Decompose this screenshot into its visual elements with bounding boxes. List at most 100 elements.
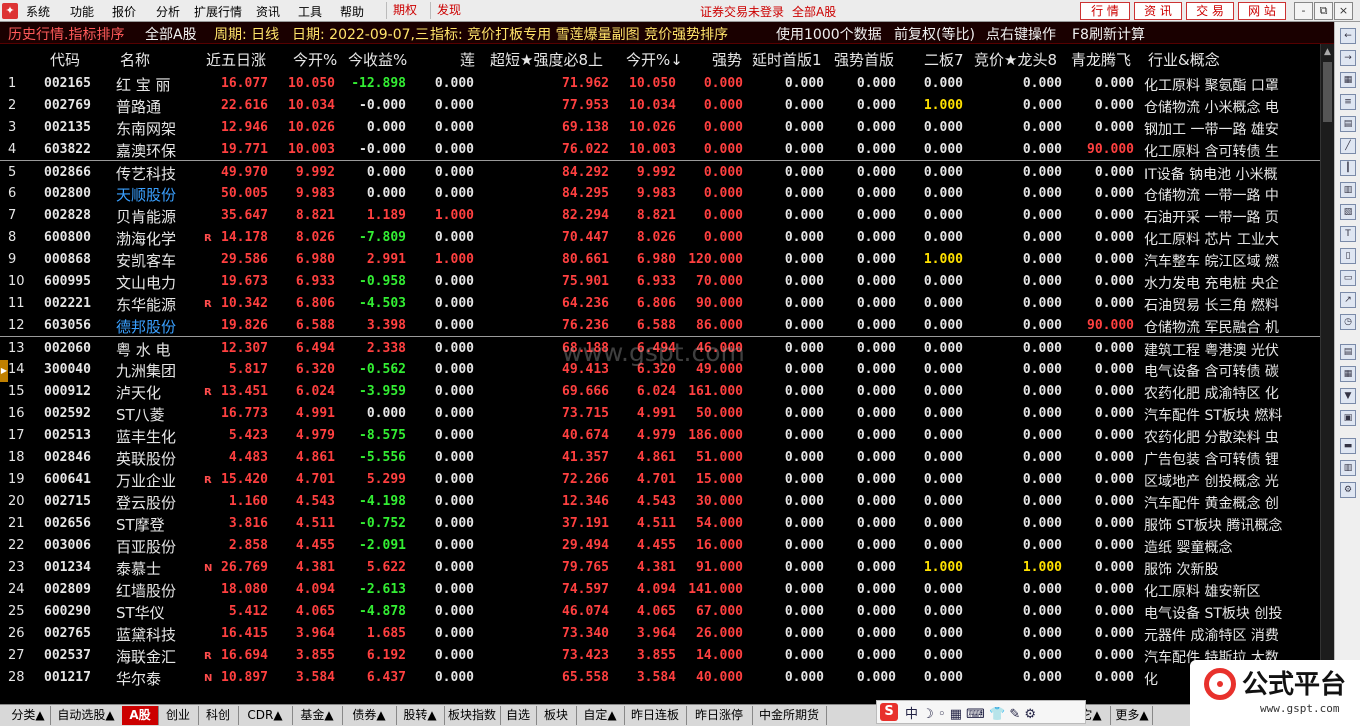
expand-panel-icon[interactable]: ▶ <box>0 360 8 382</box>
page-icon[interactable]: ▭ <box>1340 270 1356 286</box>
table-row[interactable]: 17 002513 蓝丰生化 5.423 4.979 -8.575 0.000 40.674 4… <box>0 424 1334 446</box>
ime-controls[interactable]: 中 ☽ ◦ ▦ ⌨ 👕 ✎ ⚙ <box>905 703 1036 722</box>
market-tab[interactable]: 自定▲ <box>576 706 625 725</box>
table-row[interactable]: 20 002715 登云股份 1.160 4.543 -4.198 0.000 12.346 4… <box>0 490 1334 512</box>
vertical-scrollbar[interactable]: ▲ <box>1320 44 1334 688</box>
scroll-up-icon[interactable]: ▲ <box>1323 46 1332 58</box>
document-icon[interactable]: ▯ <box>1340 248 1356 264</box>
table-row[interactable]: 9 000868 安凯客车 29.586 6.980 2.991 1.000 80.661 6.… <box>0 248 1334 270</box>
table-row[interactable]: 8 600800 渤海化学 R 14.178 8.026 -7.809 0.000 70.447… <box>0 226 1334 248</box>
col-close-return[interactable]: 今收益% <box>348 49 407 70</box>
back-icon[interactable]: ← <box>1340 28 1356 44</box>
market-tab[interactable]: 科创 <box>198 706 239 725</box>
settings-icon[interactable]: ⚙ <box>1340 482 1356 498</box>
table-row[interactable]: 16 002592 ST八菱 16.773 4.991 0.000 0.000 73.715 4… <box>0 402 1334 424</box>
col-strength[interactable]: 超短★强度必8上 <box>490 49 603 70</box>
line-chart-icon[interactable]: ╱ <box>1340 138 1356 154</box>
news-button[interactable]: 资 讯 <box>1134 2 1182 20</box>
sheet-icon[interactable]: ▤ <box>1340 344 1356 360</box>
market-tab[interactable]: CDR▲ <box>238 706 293 725</box>
menu-help[interactable]: 帮助 <box>340 3 364 20</box>
trade-button[interactable]: 交 易 <box>1186 2 1234 20</box>
export-icon[interactable]: ▣ <box>1340 410 1356 426</box>
menu-news[interactable]: 资讯 <box>256 3 280 20</box>
menu-extended-market[interactable]: 扩展行情 <box>194 3 242 20</box>
table-row[interactable]: 12 603056 德邦股份 19.826 6.588 3.398 0.000 76.236 6… <box>0 314 1334 336</box>
table-row[interactable]: 24 002809 红墙股份 18.080 4.094 -2.613 0.000 74.597… <box>0 578 1334 600</box>
minimize-icon[interactable]: - <box>1294 2 1313 20</box>
table-row[interactable]: 28 001217 华尔泰 N 10.897 3.584 6.437 0.000 65.558 3… <box>0 666 1334 688</box>
col-second-board[interactable]: 二板7 <box>924 49 964 70</box>
market-tab[interactable]: 昨日涨停 <box>686 706 753 725</box>
restore-icon[interactable]: ⧉ <box>1314 2 1333 20</box>
candle-chart-icon[interactable]: ┃ <box>1340 160 1356 176</box>
table-row[interactable]: 22 003006 百亚股份 2.858 4.455 -2.091 0.000 29.494 4… <box>0 534 1334 556</box>
col-five-day-change[interactable]: 近五日涨 <box>206 49 266 70</box>
scroll-thumb[interactable] <box>1323 62 1332 122</box>
forward-icon[interactable]: → <box>1340 50 1356 66</box>
list-icon[interactable]: ≡ <box>1340 94 1356 110</box>
clock-icon[interactable]: ◷ <box>1340 314 1356 330</box>
col-strong-first-board[interactable]: 强势首版 <box>834 49 894 70</box>
market-tab[interactable]: 更多▲ <box>1112 706 1153 725</box>
table-row[interactable]: 21 002656 ST摩登 3.816 4.511 -0.752 0.000 37.191 4… <box>0 512 1334 534</box>
market-tab[interactable]: 债券▲ <box>342 706 397 725</box>
table-row[interactable]: 11 002221 东华能源 R 10.342 6.806 -4.503 0.000 64.23… <box>0 292 1334 314</box>
table-row[interactable]: 18 002846 英联股份 4.483 4.861 -5.556 0.000 41.357 4… <box>0 446 1334 468</box>
col-open-pct-sorted[interactable]: 今开%↓ <box>626 49 683 70</box>
menu-analysis[interactable]: 分析 <box>156 3 180 20</box>
market-tab[interactable]: 自选 <box>500 706 537 725</box>
close-icon[interactable]: × <box>1334 2 1353 20</box>
col-strong[interactable]: 强势 <box>712 49 742 70</box>
market-tab[interactable]: 中金所期货 <box>752 706 827 725</box>
arrow-icon[interactable]: ↗ <box>1340 292 1356 308</box>
tab-options[interactable]: 期权 <box>386 2 423 19</box>
col-industry[interactable]: 行业&概念 <box>1148 49 1220 70</box>
market-tab[interactable]: 基金▲ <box>292 706 343 725</box>
table-row[interactable]: 19 600641 万业企业 R 15.420 4.701 5.299 0.000 72.266… <box>0 468 1334 490</box>
grid-icon[interactable]: ▦ <box>1340 72 1356 88</box>
col-open-pct[interactable]: 今开% <box>293 49 337 70</box>
market-tab[interactable]: 板块 <box>536 706 577 725</box>
menu-function[interactable]: 功能 <box>70 3 94 20</box>
menu-system[interactable]: 系统 <box>26 3 50 20</box>
table-row[interactable]: 2 002769 普路通 22.616 10.034 -0.000 0.000 77.953 1… <box>0 94 1334 116</box>
folder-icon[interactable]: ▬ <box>1340 438 1356 454</box>
filter-icon[interactable]: ▼ <box>1340 388 1356 404</box>
report-icon[interactable]: ▧ <box>1340 204 1356 220</box>
col-delayed-first-board[interactable]: 延时首版1 <box>752 49 822 70</box>
market-tab[interactable]: 板块指数 <box>444 706 501 725</box>
menu-tools[interactable]: 工具 <box>298 3 322 20</box>
col-auction-leader[interactable]: 竞价★龙头8 <box>974 49 1057 70</box>
table-row[interactable]: 7 002828 贝肯能源 35.647 8.821 1.189 1.000 82.294 8.… <box>0 204 1334 226</box>
col-qinglong[interactable]: 青龙腾飞 <box>1071 49 1131 70</box>
menu-quote[interactable]: 报价 <box>112 3 136 20</box>
stats-icon[interactable]: ▥ <box>1340 460 1356 476</box>
table-row[interactable]: 25 600290 ST华仪 5.412 4.065 -4.878 0.000 46.074 4… <box>0 600 1334 622</box>
table-row[interactable]: 23 001234 泰慕士 N 26.769 4.381 5.622 0.000 79.765 4… <box>0 556 1334 578</box>
calc-icon[interactable]: ▦ <box>1340 366 1356 382</box>
market-tab[interactable]: 创业 <box>158 706 199 725</box>
market-tab[interactable]: 昨日连板 <box>624 706 687 725</box>
table-row[interactable]: 6 002800 天顺股份 50.005 9.983 0.000 0.000 84.295 9.… <box>0 182 1334 204</box>
bar-chart-icon[interactable]: ▥ <box>1340 182 1356 198</box>
ime-toolbar[interactable]: S 中 ☽ ◦ ▦ ⌨ 👕 ✎ ⚙ <box>876 700 1086 724</box>
col-name[interactable]: 名称 <box>120 49 150 70</box>
table-row[interactable]: 5 002866 传艺科技 49.970 9.992 0.000 0.000 84.292 9.… <box>0 160 1334 183</box>
tab-discover[interactable]: 发现 <box>430 2 467 19</box>
table-row[interactable]: 10 600995 文山电力 19.673 6.933 -0.958 0.000 75.901… <box>0 270 1334 292</box>
table-row[interactable]: 27 002537 海联金汇 R 16.694 3.855 6.192 0.000 73.423… <box>0 644 1334 666</box>
market-tab[interactable]: 自动选股▲ <box>50 706 123 725</box>
table-row[interactable]: 1 002165 红 宝 丽 16.077 10.050 -12.898 0.000 71.9… <box>0 72 1334 94</box>
website-button[interactable]: 网 站 <box>1238 2 1286 20</box>
market-tab[interactable]: A股 <box>122 706 159 725</box>
table-row[interactable]: 3 002135 东南网架 12.946 10.026 0.000 0.000 69.138 1… <box>0 116 1334 138</box>
table-icon[interactable]: ▤ <box>1340 116 1356 132</box>
col-code[interactable]: 代码 <box>50 49 80 70</box>
quote-button[interactable]: 行 情 <box>1080 2 1130 20</box>
market-tab[interactable]: 股转▲ <box>396 706 445 725</box>
table-row[interactable]: 15 000912 泸天化 R 13.451 6.024 -3.959 0.000 69.666… <box>0 380 1334 402</box>
col-lian[interactable]: 莲 <box>460 49 475 70</box>
text-icon[interactable]: T <box>1340 226 1356 242</box>
table-row[interactable]: 4 603822 嘉澳环保 19.771 10.003 -0.000 0.000 76.022… <box>0 138 1334 160</box>
